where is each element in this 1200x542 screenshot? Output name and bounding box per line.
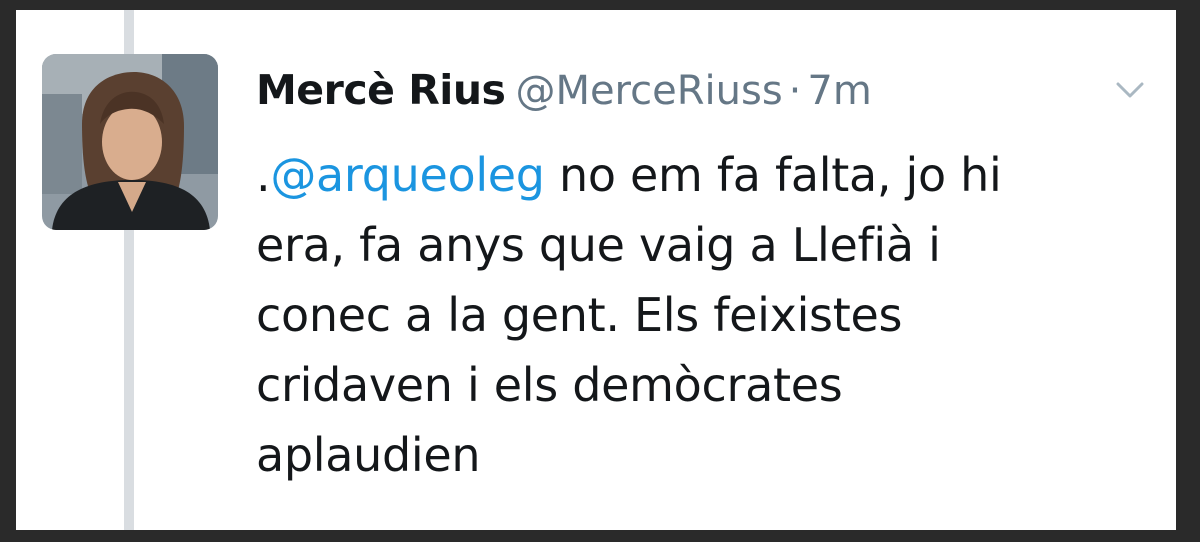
mention-link[interactable]: @arqueoleg xyxy=(270,148,545,202)
tweet-card: Mercè Rius @MerceRiuss · 7m .@arqueoleg no … xyxy=(16,10,1176,530)
timestamp[interactable]: 7m xyxy=(807,68,871,114)
tweet-text-line: aplaudien xyxy=(256,428,481,482)
author-name[interactable]: Mercè Rius xyxy=(256,66,506,114)
tweet-header: Mercè Rius @MerceRiuss · 7m xyxy=(256,60,1056,120)
text-prefix: . xyxy=(256,148,271,202)
avatar-image xyxy=(42,54,218,230)
tweet-text-line: .@arqueoleg no em fa falta, jo hi xyxy=(256,140,1156,210)
tweet-text-segment: no em fa falta, jo hi xyxy=(544,148,1002,202)
tweet-text-line: cridaven i els demòcrates xyxy=(256,358,843,412)
tweet-text-line: conec a la gent. Els feixistes xyxy=(256,288,903,342)
author-handle[interactable]: @MerceRiuss xyxy=(515,68,782,114)
separator-dot: · xyxy=(788,68,802,114)
avatar[interactable] xyxy=(42,54,218,230)
chevron-down-icon[interactable] xyxy=(1114,80,1146,102)
tweet-text: .@arqueoleg no em fa falta, jo hi era, f… xyxy=(256,140,1156,490)
tweet-text-line: era, fa anys que vaig a Llefià i xyxy=(256,218,941,272)
